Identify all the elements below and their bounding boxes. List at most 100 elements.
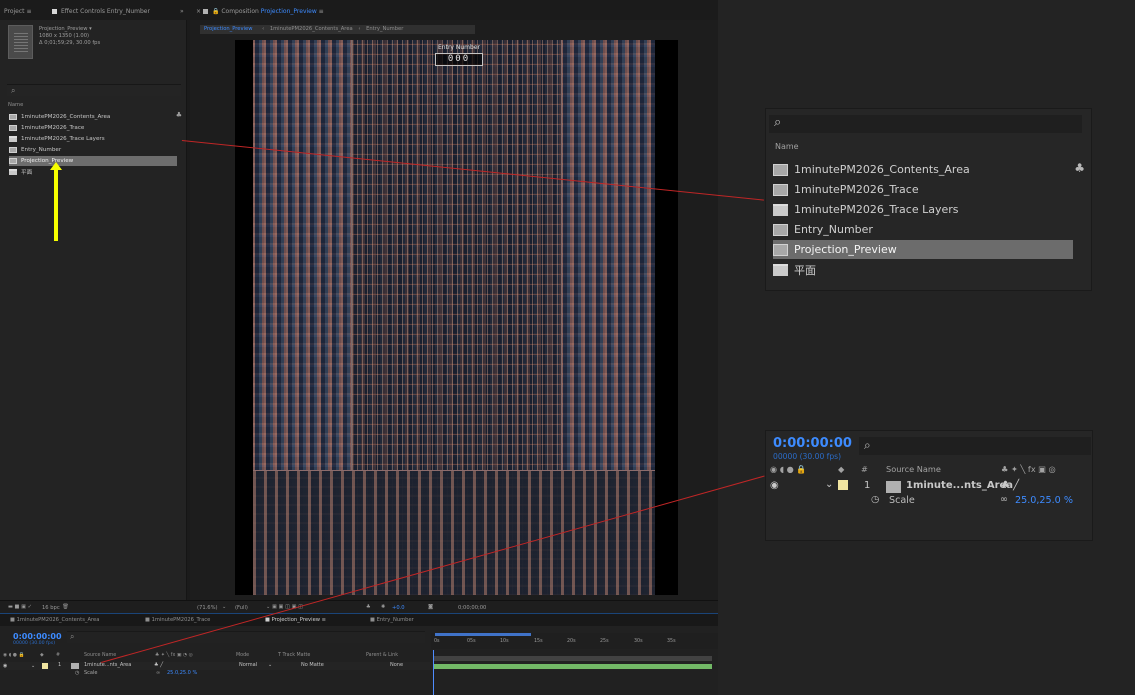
zoomed-layer-header: ◉ ◖ ● 🔒 ◆ # Source Name ♣ ✦ ╲ fx ▣ ◎ [770,464,1056,474]
project-comp-duration: Δ 0;01;59;29, 30.00 fps [39,40,101,46]
layer-switches-icon: ♣ ✦ ╲ fx ▣ ◔ ◎ [155,653,193,658]
search-icon: ⌕ [70,632,75,641]
mode-chevron-down-icon[interactable]: ⌄ [268,662,272,668]
time-ruler[interactable]: 0s 05s 10s 15s 20s 25s 30s 35s [431,633,718,649]
zoomed-project-item-entry-number: Entry_Number [773,220,1073,239]
network-icon: ♣ [1074,161,1085,175]
project-item-projection-preview[interactable]: Projection_Preview [9,156,177,166]
project-item-entry-number[interactable]: Entry_Number [9,145,177,155]
chain-link-icon[interactable]: ∞ [156,670,160,676]
layer-name[interactable]: 1minute...nts_Area [84,662,131,668]
eye-icon: ◉ [770,480,779,491]
current-time-display[interactable]: 0:00:00:00 [13,632,62,641]
comp-breadcrumb-separator: ‹ [262,26,265,32]
comp-tab-entry-number[interactable]: Entry_Number [366,26,403,32]
snapshot-icon[interactable]: ◙ [428,604,433,610]
viewer-timecode[interactable]: 0;00;00;00 [458,605,486,611]
zoomed-current-frame: 00000 (30.00 fps) [773,452,842,461]
project-item-trace-layers[interactable]: 1minutePM2026_Trace Layers [9,134,177,144]
chain-link-icon: ∞ [1000,494,1008,505]
eye-icon: ◉ ◖ ● 🔒 [770,464,807,474]
track-matte-column: T Track Matte [278,653,311,658]
track-matte-select[interactable]: No Matte [301,662,324,668]
zoomed-project-item-trace-layers: 1minutePM2026_Trace Layers [773,200,1073,219]
layer-switches-icon: ♣ ✦ ╲ fx ▣ ◎ [1001,464,1056,474]
stopwatch-icon[interactable]: ◷ [75,670,79,676]
eye-icon[interactable]: ◉ [3,663,7,669]
composition-canvas[interactable]: Entry Number 000 [235,40,678,595]
timeline-layer-row[interactable]: ◉ ⌄ 1 1minute...nts_Area ♣ ╱ Normal ⌄ No… [0,662,430,670]
eye-icon: ◉ ◖ ● 🔒 [3,653,25,658]
source-name-column: Source Name [84,653,117,658]
composition-icon [773,163,788,176]
composition-breadcrumb-tabs: Projection_Preview ‹ 1minutePM2026_Conte… [200,25,475,34]
project-tab[interactable]: Project ≡ [4,8,31,18]
time-tick: 10s [500,639,509,644]
panel-menu-chevrons-icon[interactable]: » [180,8,184,18]
composition-icon [9,158,17,164]
zoomed-layer-name: 1minute...nts_Area [906,480,1014,491]
composition-tab[interactable]: × 🔒 Composition Projection_Preview ≡ [196,8,324,18]
project-search-input[interactable]: ⌕ [7,84,181,96]
new-folder-icon[interactable]: ▬ ■ ▣ ✓ [8,604,32,610]
folder-icon [9,169,17,175]
exposure-icon[interactable]: ✺ [381,604,385,610]
project-item-contents-area[interactable]: 1minutePM2026_Contents_Area ♣ [9,111,182,122]
zoomed-scale-row: ◷ Scale ∞ 25.0,25.0 % [766,494,1096,508]
work-area-bar[interactable] [435,633,531,636]
zoomed-scale-value: 25.0,25.0 % [1015,495,1073,506]
project-panel: Projection_Preview ▾ 1080 x 1350 (1.00) … [0,20,187,600]
entry-number-value: 000 [435,53,483,66]
zoomed-project-item-plane-folder: 平面 [773,260,1073,279]
resolution-select[interactable]: (Full) [235,605,248,611]
composition-icon [886,481,901,493]
zoomed-project-item-contents-area: 1minutePM2026_Contents_Area ♣ [773,160,1085,179]
yellow-arrow-annotation [50,162,62,241]
label-icon: ◆ [40,653,44,658]
timeline-search-input[interactable]: ⌕ [67,631,425,643]
stopwatch-icon: ◷ [871,494,880,505]
project-name-column: Name [8,102,24,108]
scale-value[interactable]: 25.0,25.0 % [167,670,197,676]
entry-number-label: Entry Number [438,44,480,51]
parent-link-column: Parent & Link [366,653,398,658]
layer-mode-select[interactable]: Normal [239,662,257,668]
timeline-tab-projection-preview[interactable]: ■ Projection_Preview ≡ [265,617,326,623]
layer-label-color[interactable] [42,663,48,669]
collapse-transformations-icon[interactable]: ♣ ╱ [154,662,163,668]
composition-icon [9,125,17,131]
search-icon: ⌕ [864,438,871,452]
comp-tab-contents-area[interactable]: 1minutePM2026_Contents_Area [270,26,353,32]
current-time-indicator[interactable] [433,650,434,695]
delete-icon[interactable]: 🗑 [62,604,69,610]
timeline-tab-trace[interactable]: ■ 1minutePM2026_Trace [145,617,210,623]
zoomed-timeline-search-input: ⌕ [859,437,1091,455]
timeline-tab-entry-number[interactable]: ■ Entry_Number [370,617,414,623]
project-metadata: Projection_Preview ▾ 1080 x 1350 (1.00) … [39,26,100,47]
zoom-chevron-down-icon[interactable]: ⌄ [222,604,226,610]
scale-property-row[interactable]: ◷ Scale ∞ 25.0,25.0 % [0,670,430,678]
time-tick: 35s [667,639,676,644]
folder-icon [773,203,788,216]
timeline-tab-contents-area[interactable]: ■ 1minutePM2026_Contents_Area [10,617,99,623]
composition-icon [773,183,788,196]
network-icon: ♣ [175,111,182,119]
comp-tab-projection-preview[interactable]: Projection_Preview [200,26,256,32]
composition-icon [773,243,788,256]
project-item-plane-folder[interactable]: 平面 [9,167,177,177]
parent-select[interactable]: None [390,662,403,668]
bit-depth-label[interactable]: 16 bpc [42,605,60,611]
composition-thumbnail [8,25,33,59]
project-comp-size: 1080 x 1350 (1.00) [39,33,90,39]
zoom-select[interactable]: (71.6%) [197,605,218,611]
expand-chevron-icon[interactable]: ⌄ [31,663,35,669]
layer-duration-bar[interactable] [434,664,712,669]
zoomed-scale-label: Scale [889,495,915,506]
time-tick: 25s [600,639,609,644]
effect-controls-tab[interactable]: Effect Controls Entry_Number [52,8,150,18]
time-tick: 30s [634,639,643,644]
exposure-value[interactable]: +0.0 [392,605,405,611]
composition-icon [773,223,788,236]
color-management-icon[interactable]: ♣ [366,604,371,610]
project-item-trace[interactable]: 1minutePM2026_Trace [9,123,177,133]
